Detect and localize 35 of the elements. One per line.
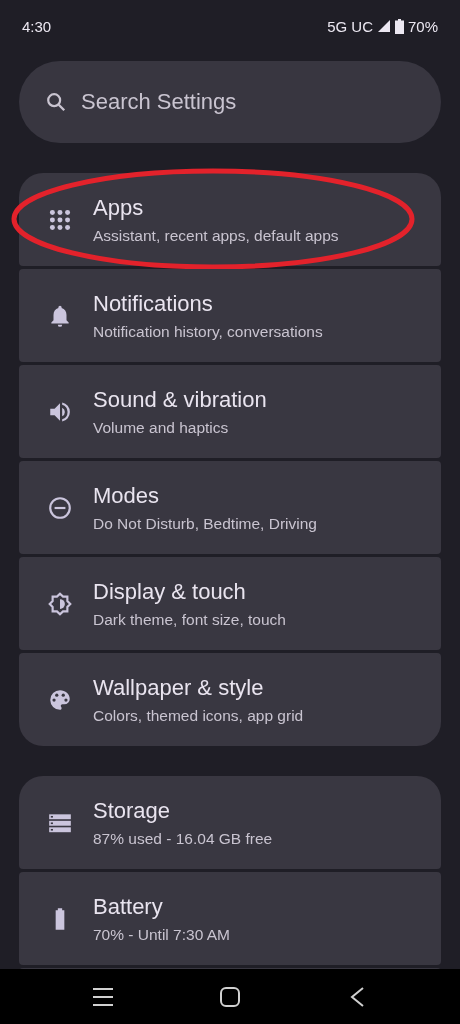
settings-item[interactable]: Battery 70% - Until 7:30 AM (19, 872, 441, 965)
item-title: Battery (93, 893, 164, 920)
item-subtitle: Volume and haptics (93, 418, 230, 437)
display-icon (47, 590, 73, 617)
settings-item[interactable]: Storage 87% used - 16.04 GB free (19, 776, 441, 869)
item-title: Modes (93, 482, 161, 509)
item-title: Apps (93, 194, 145, 221)
item-title: Wallpaper & style (93, 674, 265, 701)
item-subtitle: Dark theme, font size, touch (93, 610, 286, 629)
status-time: 4:30 (22, 17, 52, 35)
item-title: Storage (93, 797, 172, 824)
item-title: Notifications (93, 290, 214, 317)
item-subtitle: Colors, themed icons, app grid (93, 706, 304, 725)
battery-percent: 70% (407, 17, 438, 35)
item-subtitle: 87% used - 16.04 GB free (93, 829, 273, 848)
battery-icon (394, 18, 404, 34)
menu-icon (92, 986, 115, 1007)
settings-item[interactable]: Wallpaper & style Colors, themed icons, app grid (19, 653, 441, 746)
item-subtitle: 70% - Until 7:30 AM (93, 925, 230, 944)
settings-item[interactable]: Notifications Notification history, conversations (19, 269, 441, 362)
home-icon (219, 985, 241, 1008)
item-title: Display & touch (93, 578, 247, 605)
search-icon (45, 91, 67, 113)
back-icon (348, 985, 365, 1008)
item-subtitle: Assistant, recent apps, default apps (93, 226, 339, 245)
item-title: Sound & vibration (93, 386, 267, 413)
signal-icon (376, 19, 391, 33)
settings-item[interactable]: Sound & vibration Volume and haptics (19, 365, 441, 458)
settings-item[interactable]: Display & touch Dark theme, font size, touch (19, 557, 441, 650)
item-subtitle: Notification history, conversations (93, 322, 323, 341)
modes-icon (47, 494, 73, 521)
search-field[interactable]: Search Settings (19, 61, 441, 143)
settings-item[interactable]: Modes Do Not Disturb, Bedtime, Driving (19, 461, 441, 554)
network-label: 5G UC (327, 17, 373, 35)
item-subtitle: Do Not Disturb, Bedtime, Driving (93, 514, 317, 533)
